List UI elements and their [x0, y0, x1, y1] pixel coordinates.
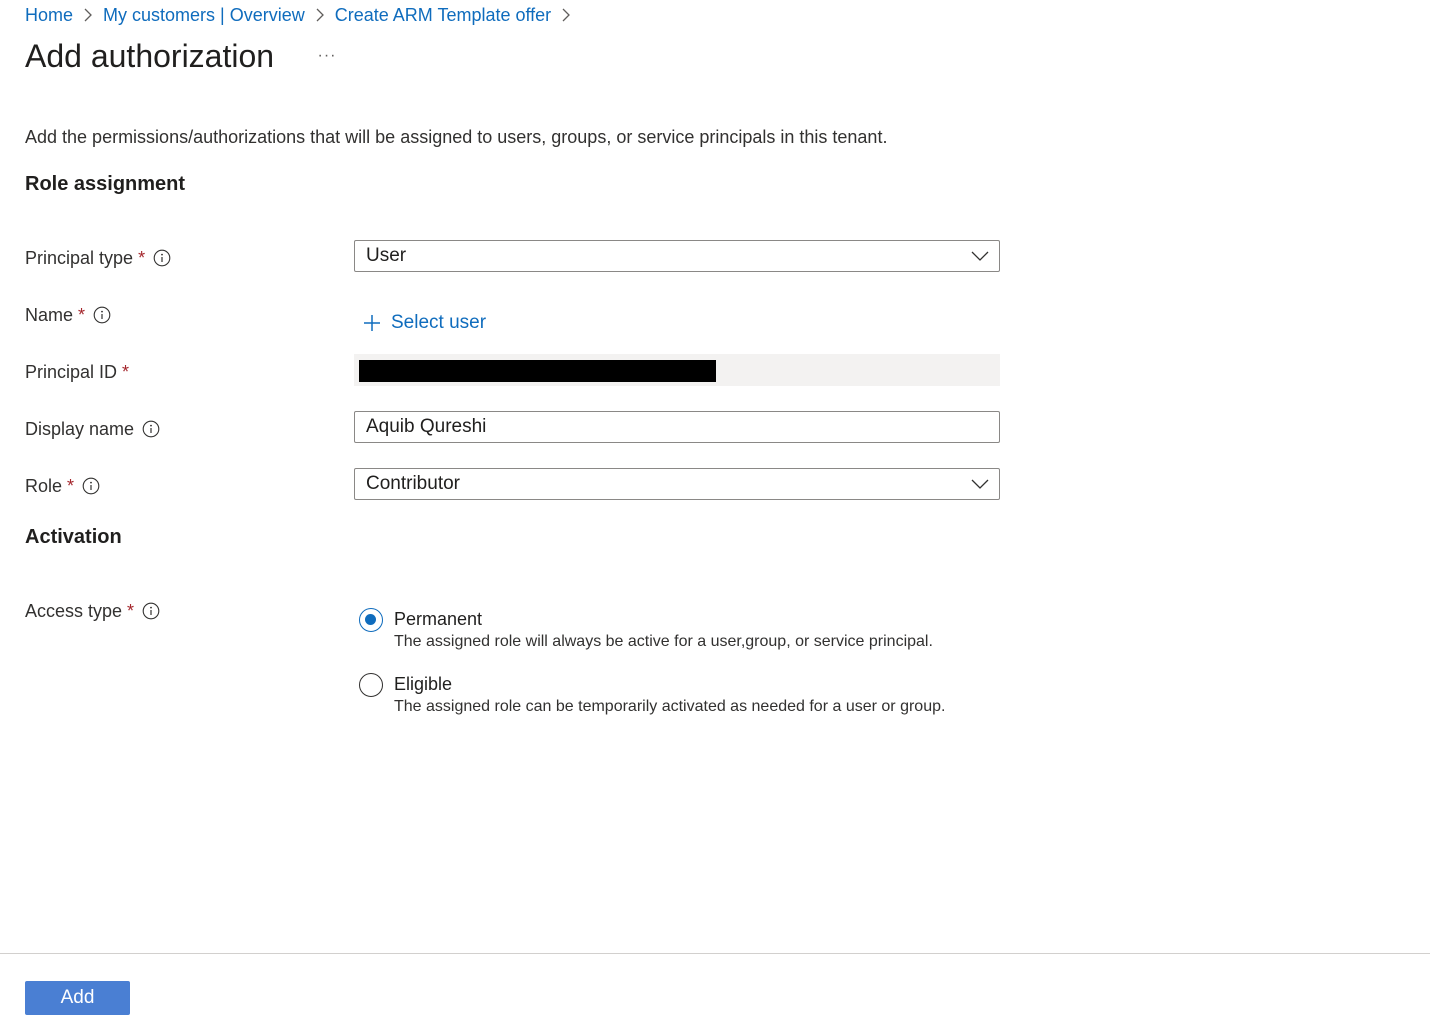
breadcrumb-home-link[interactable]: Home: [25, 5, 73, 26]
chevron-down-icon: [971, 479, 989, 489]
info-icon[interactable]: [142, 420, 160, 438]
info-icon[interactable]: [153, 249, 171, 267]
radio-checked-icon[interactable]: [359, 608, 383, 632]
role-assignment-heading: Role assignment: [25, 173, 186, 195]
chevron-right-icon: [551, 8, 581, 22]
principal-id-field: [354, 354, 1000, 386]
info-icon[interactable]: [142, 602, 160, 620]
permanent-option-description: The assigned role will always be active …: [394, 633, 933, 650]
eligible-option-description: The assigned role can be temporarily act…: [394, 698, 946, 715]
display-name-input[interactable]: [355, 412, 999, 442]
permanent-option-label: Permanent: [394, 609, 483, 629]
name-label-text: Name: [25, 304, 74, 325]
access-type-label: Access type *: [25, 599, 160, 623]
required-marker: *: [138, 247, 146, 268]
principal-type-label-text: Principal type: [25, 247, 134, 268]
select-user-link[interactable]: Select user: [363, 308, 486, 338]
role-label: Role *: [25, 474, 100, 498]
display-name-label-text: Display name: [25, 418, 135, 439]
plus-icon: [364, 315, 380, 331]
chevron-down-icon: [971, 251, 989, 261]
display-name-input-wrapper: [354, 411, 1000, 443]
redacted-principal-id: [359, 360, 716, 382]
principal-id-label-text: Principal ID: [25, 361, 118, 382]
breadcrumb-my-customers-link[interactable]: My customers | Overview: [103, 5, 305, 26]
required-marker: *: [127, 600, 135, 621]
required-marker: *: [67, 475, 75, 496]
info-icon[interactable]: [93, 306, 111, 324]
required-marker: *: [78, 304, 86, 325]
breadcrumb: Home My customers | Overview Create ARM …: [25, 2, 581, 28]
breadcrumb-create-arm-template-link[interactable]: Create ARM Template offer: [335, 5, 551, 26]
radio-unchecked-icon[interactable]: [359, 673, 383, 697]
role-value: Contributor: [366, 473, 460, 494]
principal-type-label: Principal type *: [25, 246, 171, 270]
access-type-label-text: Access type: [25, 600, 123, 621]
page-description: Add the permissions/authorizations that …: [25, 127, 888, 147]
role-label-text: Role: [25, 475, 63, 496]
principal-type-value: User: [366, 245, 407, 266]
display-name-label: Display name: [25, 417, 160, 441]
name-label: Name *: [25, 303, 111, 327]
chevron-right-icon: [305, 8, 335, 22]
footer-divider: [0, 953, 1430, 954]
info-icon[interactable]: [82, 477, 100, 495]
page-title: Add authorization: [25, 38, 275, 74]
add-button[interactable]: Add: [25, 981, 130, 1015]
principal-id-label: Principal ID *: [25, 360, 129, 384]
role-dropdown[interactable]: Contributor: [354, 468, 1000, 500]
select-user-label: Select user: [391, 312, 487, 333]
required-marker: *: [122, 361, 130, 382]
eligible-option-label: Eligible: [394, 674, 453, 694]
principal-type-dropdown[interactable]: User: [354, 240, 1000, 272]
more-options-button[interactable]: ···: [314, 46, 340, 66]
chevron-right-icon: [73, 8, 103, 22]
activation-heading: Activation: [25, 526, 122, 548]
